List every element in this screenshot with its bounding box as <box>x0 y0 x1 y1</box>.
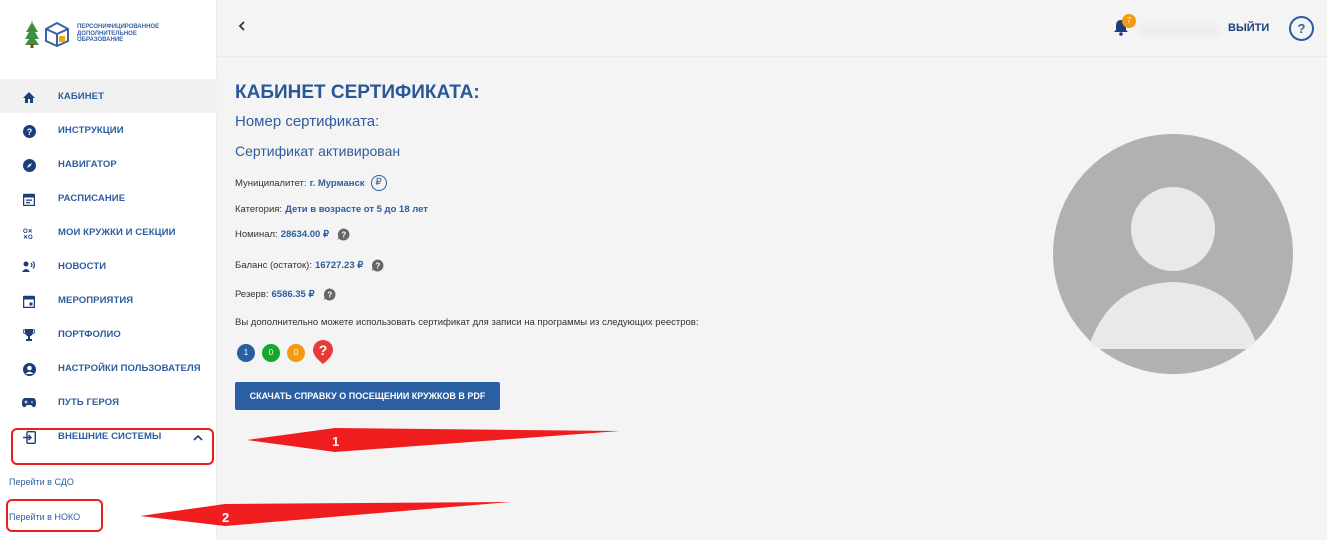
arrow-1-icon <box>247 428 620 452</box>
arrow-2-icon <box>140 502 510 526</box>
annotation-label-2: 2 <box>222 510 229 525</box>
app-root: ПЕРСОНИФИЦИРОВАННОЕ ДОПОЛНИТЕЛЬНОЕ ОБРАЗ… <box>0 0 1327 540</box>
annotation-arrows: 1 2 <box>140 428 620 526</box>
annotation-label-1: 1 <box>332 434 339 449</box>
